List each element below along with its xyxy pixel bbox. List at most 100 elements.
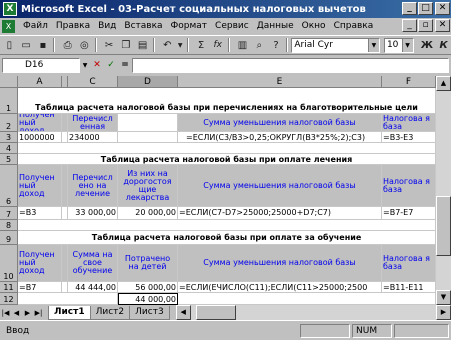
data-cell[interactable]: =B7-E7	[382, 207, 436, 220]
chevron-down-icon[interactable]: ▼	[367, 38, 379, 52]
empty-row[interactable]	[18, 143, 436, 154]
table-title-education[interactable]: Таблица расчета налоговой базы при оплат…	[18, 231, 436, 245]
row-header[interactable]: 10	[0, 245, 18, 282]
edit-formula-button[interactable]: =	[118, 60, 132, 70]
menu-data[interactable]: Данные	[253, 21, 298, 31]
name-box-dropdown-icon[interactable]: ▼	[80, 62, 90, 69]
print-icon[interactable]: ⎙	[60, 38, 75, 53]
menu-edit[interactable]: Правка	[52, 21, 94, 31]
row-header[interactable]: 6	[0, 165, 18, 207]
vertical-scrollbar[interactable]: ▲ ▼	[436, 76, 451, 305]
data-cell[interactable]: 44 000,00	[118, 293, 178, 305]
last-sheet-icon[interactable]: ▶|	[33, 307, 44, 319]
header-cell[interactable]: Налогова я база	[382, 245, 436, 282]
data-cell[interactable]: 234000	[68, 132, 118, 143]
header-cell[interactable]: Получен ный доход	[18, 245, 62, 282]
cut-icon[interactable]: ✂	[102, 38, 117, 53]
scroll-left-icon[interactable]: ◀	[175, 305, 191, 320]
data-cell[interactable]: 56 000,00	[118, 282, 178, 293]
name-box[interactable]: D16	[2, 57, 80, 73]
doc-close-button[interactable]: ✕	[435, 19, 450, 32]
row-header[interactable]: 12	[0, 293, 18, 305]
sheet-tab-1[interactable]: Лист1	[48, 305, 91, 320]
menu-format[interactable]: Формат	[167, 21, 212, 31]
row-header[interactable]: 4	[0, 143, 18, 154]
row-header[interactable]: 3	[0, 132, 18, 143]
doc-restore-button[interactable]: ▫	[418, 19, 433, 32]
row-header[interactable]: 8	[0, 220, 18, 231]
preview-icon[interactable]: ◎	[77, 38, 92, 53]
header-cell[interactable]: Сумма уменьшения налоговой базы	[178, 245, 382, 282]
header-cell[interactable]: Перечисл ено на лечение	[68, 165, 118, 207]
header-cell[interactable]: Сумма уменьшения налоговой базы	[178, 114, 382, 132]
column-header-a[interactable]: A	[18, 76, 62, 88]
table-title-treatment[interactable]: Таблица расчета налоговой базы при оплат…	[18, 154, 436, 165]
doc-minimize-button[interactable]: _	[402, 19, 417, 32]
minimize-button[interactable]: _	[402, 2, 417, 15]
menu-window[interactable]: Окно	[298, 21, 330, 31]
sheet-tab-2[interactable]: Лист2	[89, 305, 131, 320]
open-icon[interactable]: ▭	[19, 38, 34, 53]
data-cell[interactable]	[118, 132, 178, 143]
font-size-select[interactable]: 10 ▼	[383, 37, 414, 53]
select-all-corner[interactable]	[0, 76, 18, 88]
scroll-thumb[interactable]	[436, 196, 451, 256]
column-header-d[interactable]: D	[118, 76, 178, 88]
header-cell[interactable]: Сумма на свое обучение	[68, 245, 118, 282]
next-sheet-icon[interactable]: ▶	[22, 307, 33, 319]
scroll-right-icon[interactable]: ▶	[436, 305, 451, 320]
data-cell[interactable]	[18, 293, 118, 305]
data-cell[interactable]: =B7	[18, 282, 62, 293]
data-cell[interactable]: =ЕСЛИ(ЕЧИСЛО(C11);ЕСЛИ(C11>25000;2500	[178, 282, 382, 293]
row-header[interactable]: 1	[0, 88, 18, 114]
row-header[interactable]: 9	[0, 231, 18, 245]
enter-icon[interactable]: ✓	[104, 60, 118, 70]
bold-button[interactable]: Ж	[420, 38, 435, 53]
new-icon[interactable]: ▯	[2, 38, 17, 53]
excel-app-icon[interactable]: X	[3, 2, 17, 16]
data-cell[interactable]: 20 000,00	[118, 207, 178, 220]
header-cell[interactable]: Получен ный доход	[18, 114, 62, 132]
header-cell[interactable]: Налогова я база	[382, 165, 436, 207]
empty-row[interactable]	[18, 220, 436, 231]
row-header[interactable]: 5	[0, 154, 18, 165]
copy-icon[interactable]: ❐	[119, 38, 134, 53]
help-icon[interactable]: ?	[269, 38, 284, 53]
data-cell[interactable]: =B11-E11	[382, 282, 436, 293]
menu-insert[interactable]: Вставка	[120, 21, 166, 31]
undo-dropdown-icon[interactable]: ▼	[177, 38, 184, 53]
scroll-up-icon[interactable]: ▲	[436, 76, 451, 91]
font-name-select[interactable]: Arial Cyr ▼	[291, 37, 380, 53]
row-header[interactable]: 2	[0, 114, 18, 132]
formula-input[interactable]	[132, 57, 449, 73]
hscroll-thumb[interactable]	[195, 305, 236, 320]
maximize-button[interactable]: □	[418, 2, 433, 15]
sheet-tab-3[interactable]: Лист3	[129, 305, 170, 320]
column-header-f[interactable]: F	[382, 76, 436, 88]
table-title-charity[interactable]: Таблица расчета налоговой базы при переч…	[18, 88, 436, 114]
horizontal-scrollbar[interactable]: ◀ ▶	[175, 305, 451, 320]
row-header[interactable]: 7	[0, 207, 18, 220]
header-cell[interactable]: Налогова я база	[382, 114, 436, 132]
data-cell[interactable]: =B3	[18, 207, 62, 220]
function-button[interactable]: fx	[210, 38, 225, 53]
data-cell[interactable]: =ЕСЛИ(C7-D7>25000;25000+D7;C7)	[178, 207, 382, 220]
italic-button[interactable]: К	[436, 38, 451, 53]
data-cell[interactable]: 44 444,00	[68, 282, 118, 293]
header-cell[interactable]: Потрачено на детей	[118, 245, 178, 282]
menu-view[interactable]: Вид	[94, 21, 120, 31]
data-cell[interactable]	[178, 293, 436, 305]
paste-icon[interactable]: ▤	[135, 38, 150, 53]
data-cell[interactable]: =ЕСЛИ(C3/B3>0,25;ОКРУГЛ(B3*25%;2);C3)	[178, 132, 382, 143]
scroll-down-icon[interactable]: ▼	[436, 290, 451, 305]
menu-tools[interactable]: Сервис	[211, 21, 253, 31]
data-cell[interactable]: 33 000,00	[68, 207, 118, 220]
first-sheet-icon[interactable]: |◀	[0, 307, 11, 319]
row-header[interactable]: 11	[0, 282, 18, 293]
chevron-down-icon[interactable]: ▼	[401, 38, 413, 52]
prev-sheet-icon[interactable]: ◀	[11, 307, 22, 319]
zoom-icon[interactable]: ⌕	[252, 38, 267, 53]
header-cell[interactable]: Получен ный доход	[18, 165, 62, 207]
workbook-icon[interactable]: X	[2, 19, 15, 33]
data-cell[interactable]: =B3-E3	[382, 132, 436, 143]
